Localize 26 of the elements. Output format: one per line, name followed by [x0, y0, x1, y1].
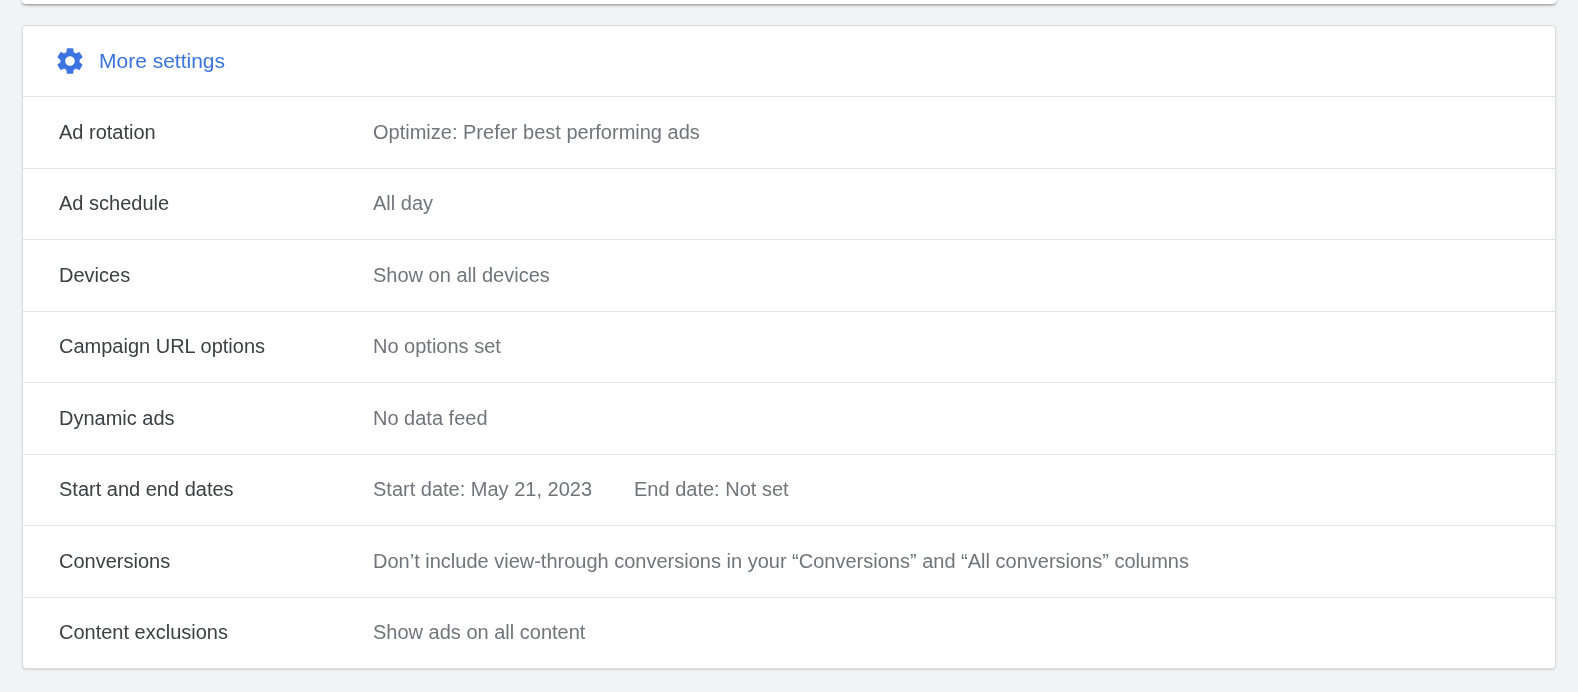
setting-label: Devices	[58, 263, 132, 287]
setting-row[interactable]: Content exclusions Show ads on all content	[23, 596, 1555, 668]
setting-row[interactable]: Ad rotation Optimize: Prefer best performing ads	[23, 96, 1555, 168]
setting-value: Show ads on all content	[373, 621, 586, 645]
setting-value: Show on all devices	[373, 263, 550, 287]
setting-value: Optimize: Prefer best performing ads	[373, 120, 700, 144]
setting-value: End date: Not set	[634, 478, 789, 502]
setting-row[interactable]: Campaign URL options No options set	[23, 310, 1555, 382]
setting-label: Ad rotation	[58, 120, 157, 144]
more-settings-link[interactable]: More settings	[99, 49, 226, 73]
setting-label: Start and end dates	[58, 478, 235, 502]
setting-label: Campaign URL options	[58, 335, 267, 359]
setting-label: Ad schedule	[58, 192, 171, 216]
setting-label: Content exclusions	[58, 621, 229, 645]
setting-label: Conversions	[58, 549, 172, 573]
setting-row[interactable]: Start and end dates Start date: May 21, 2023 End date: Not set	[23, 453, 1555, 525]
setting-value: Start date: May 21, 2023	[373, 478, 593, 502]
setting-label: Dynamic ads	[58, 406, 176, 430]
setting-row[interactable]: Conversions Don’t include view-through conversions in your “Conversions” and “All conversions” columns	[23, 525, 1555, 597]
setting-value: No options set	[373, 335, 501, 359]
setting-row[interactable]: Devices Show on all devices	[23, 239, 1555, 311]
setting-value: Don’t include view-through conversions in your “Conversions” and “All conversions” columns	[373, 549, 1189, 573]
setting-value: All day	[373, 192, 434, 216]
setting-row[interactable]: Dynamic ads No data feed	[23, 382, 1555, 454]
setting-value: No data feed	[373, 406, 488, 430]
setting-row[interactable]: Ad schedule All day	[23, 167, 1555, 239]
